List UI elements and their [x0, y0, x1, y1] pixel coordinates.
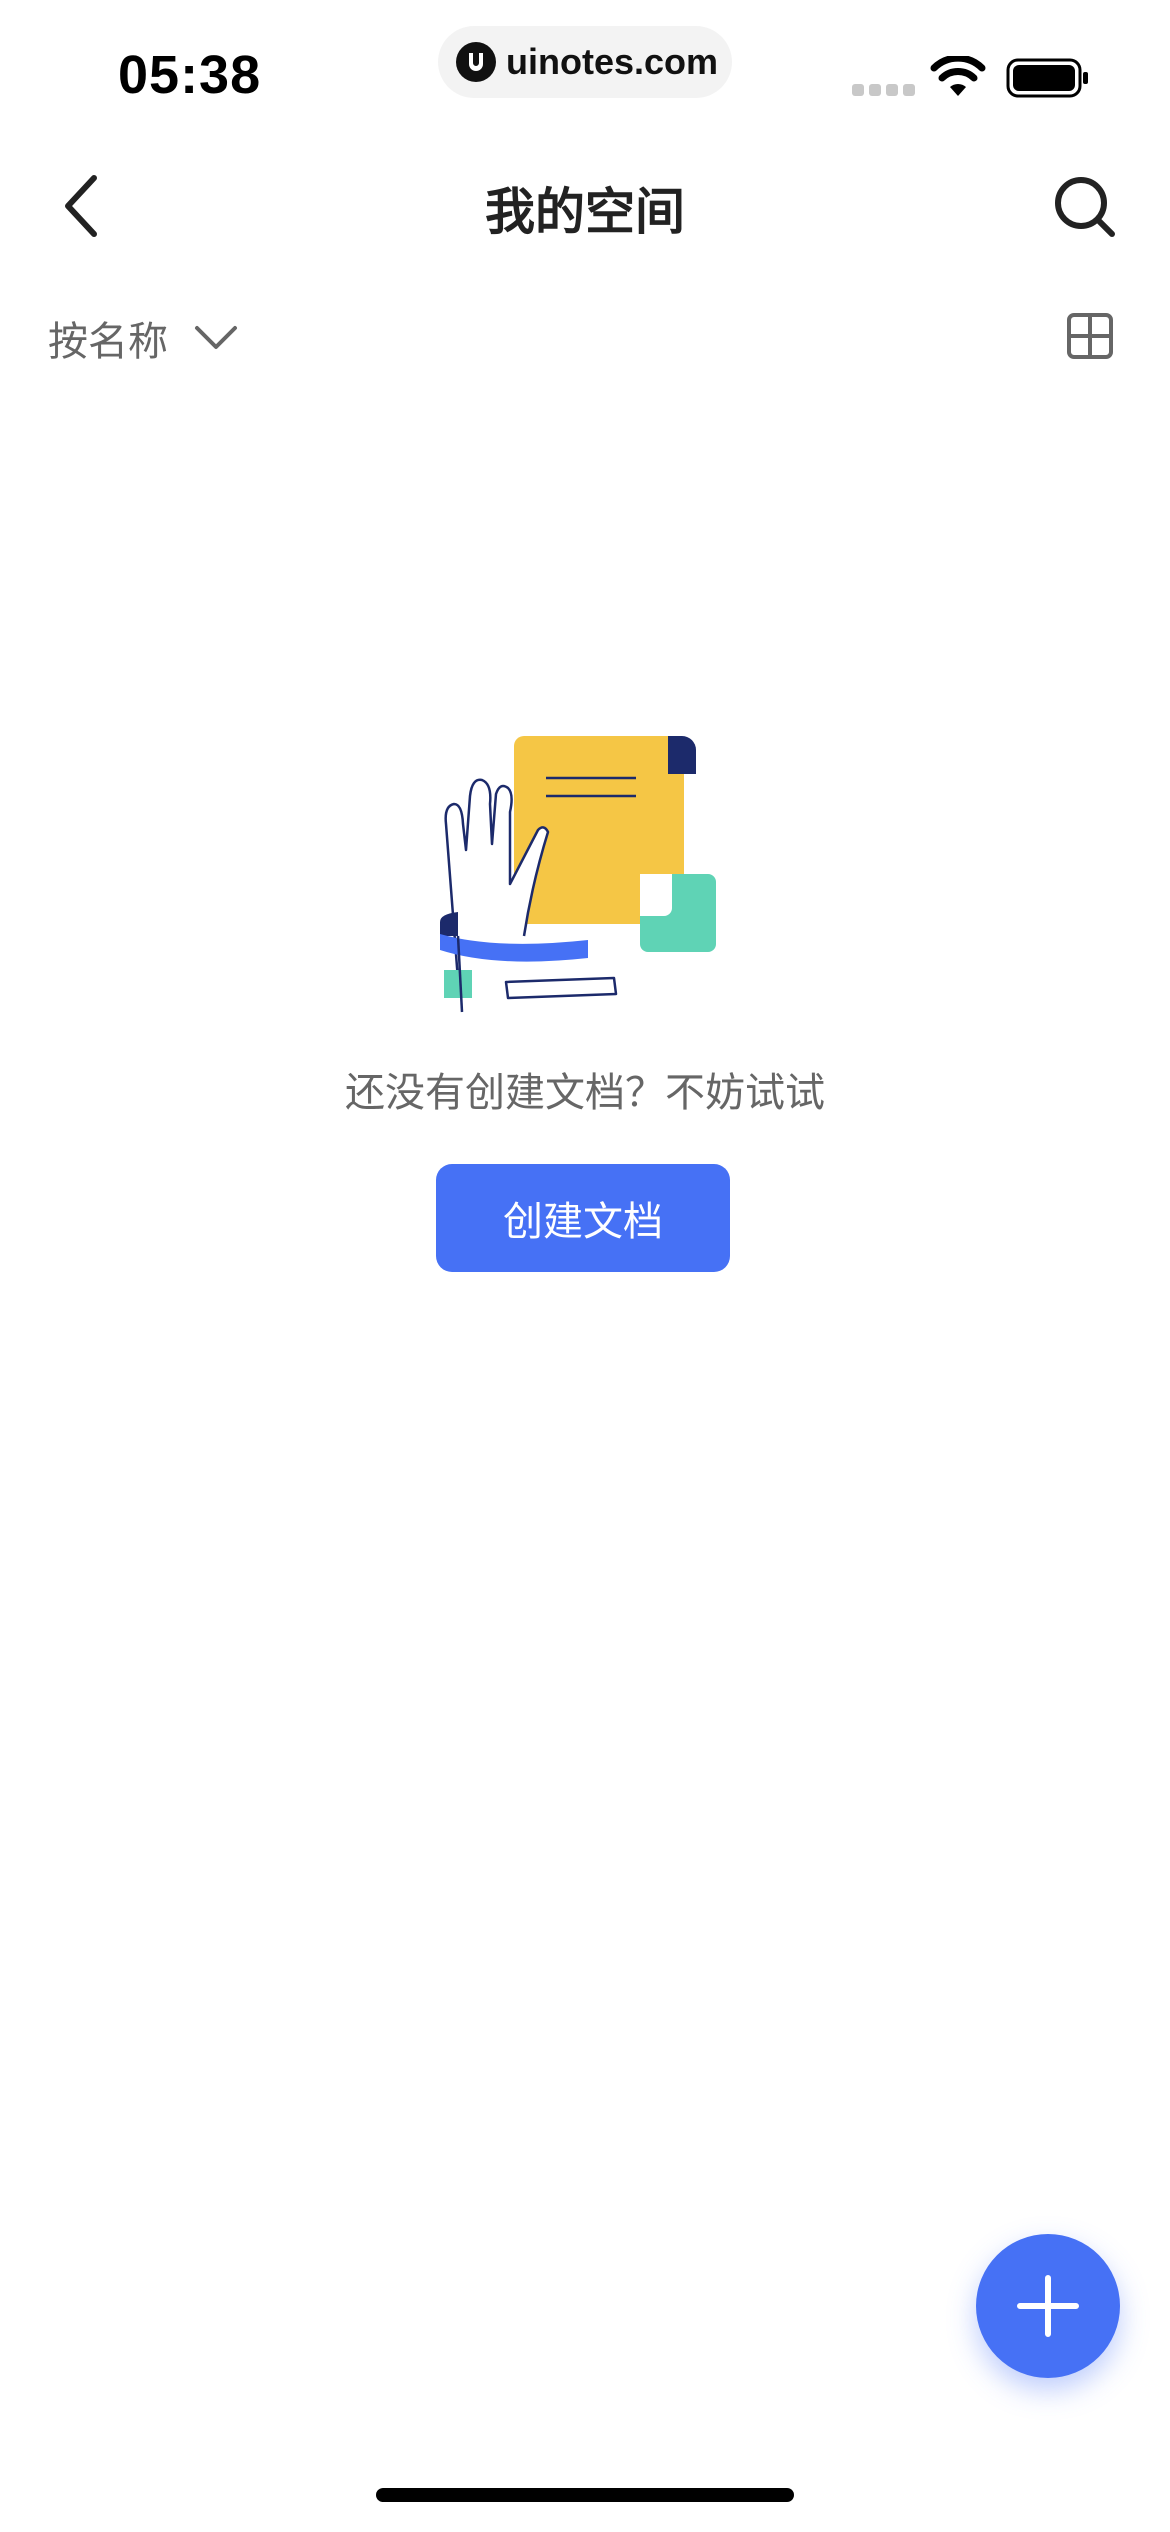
cellular-signal-icon: [852, 84, 915, 96]
add-fab-button[interactable]: [976, 2234, 1120, 2378]
sort-label: 按名称: [48, 319, 168, 365]
plus-icon: [1017, 2275, 1079, 2337]
search-icon[interactable]: [1050, 172, 1118, 240]
empty-state-message: 还没有创建文档？不妨试试: [345, 1070, 825, 1116]
create-document-button[interactable]: 创建文档: [436, 1164, 730, 1272]
wifi-icon: [930, 56, 986, 96]
url-text: uinotes.com: [506, 41, 719, 82]
page-title: 我的空间: [485, 183, 685, 241]
grid-view-icon[interactable]: [1066, 312, 1114, 360]
status-bar: 05:38 uinotes.com: [0, 0, 1170, 150]
status-time: 05:38: [118, 45, 262, 105]
chevron-down-icon: [195, 326, 237, 349]
home-indicator[interactable]: [376, 2488, 794, 2502]
site-logo-icon: [456, 42, 496, 82]
document-hand-illustration: [440, 736, 716, 1013]
battery-icon: [1006, 58, 1088, 98]
sort-dropdown[interactable]: 按名称: [48, 306, 238, 370]
url-pill[interactable]: uinotes.com: [438, 26, 732, 98]
page: 05:38 uinotes.com 我的空间 按名称 还没有创建文档？不妨试试 …: [0, 0, 1170, 2532]
